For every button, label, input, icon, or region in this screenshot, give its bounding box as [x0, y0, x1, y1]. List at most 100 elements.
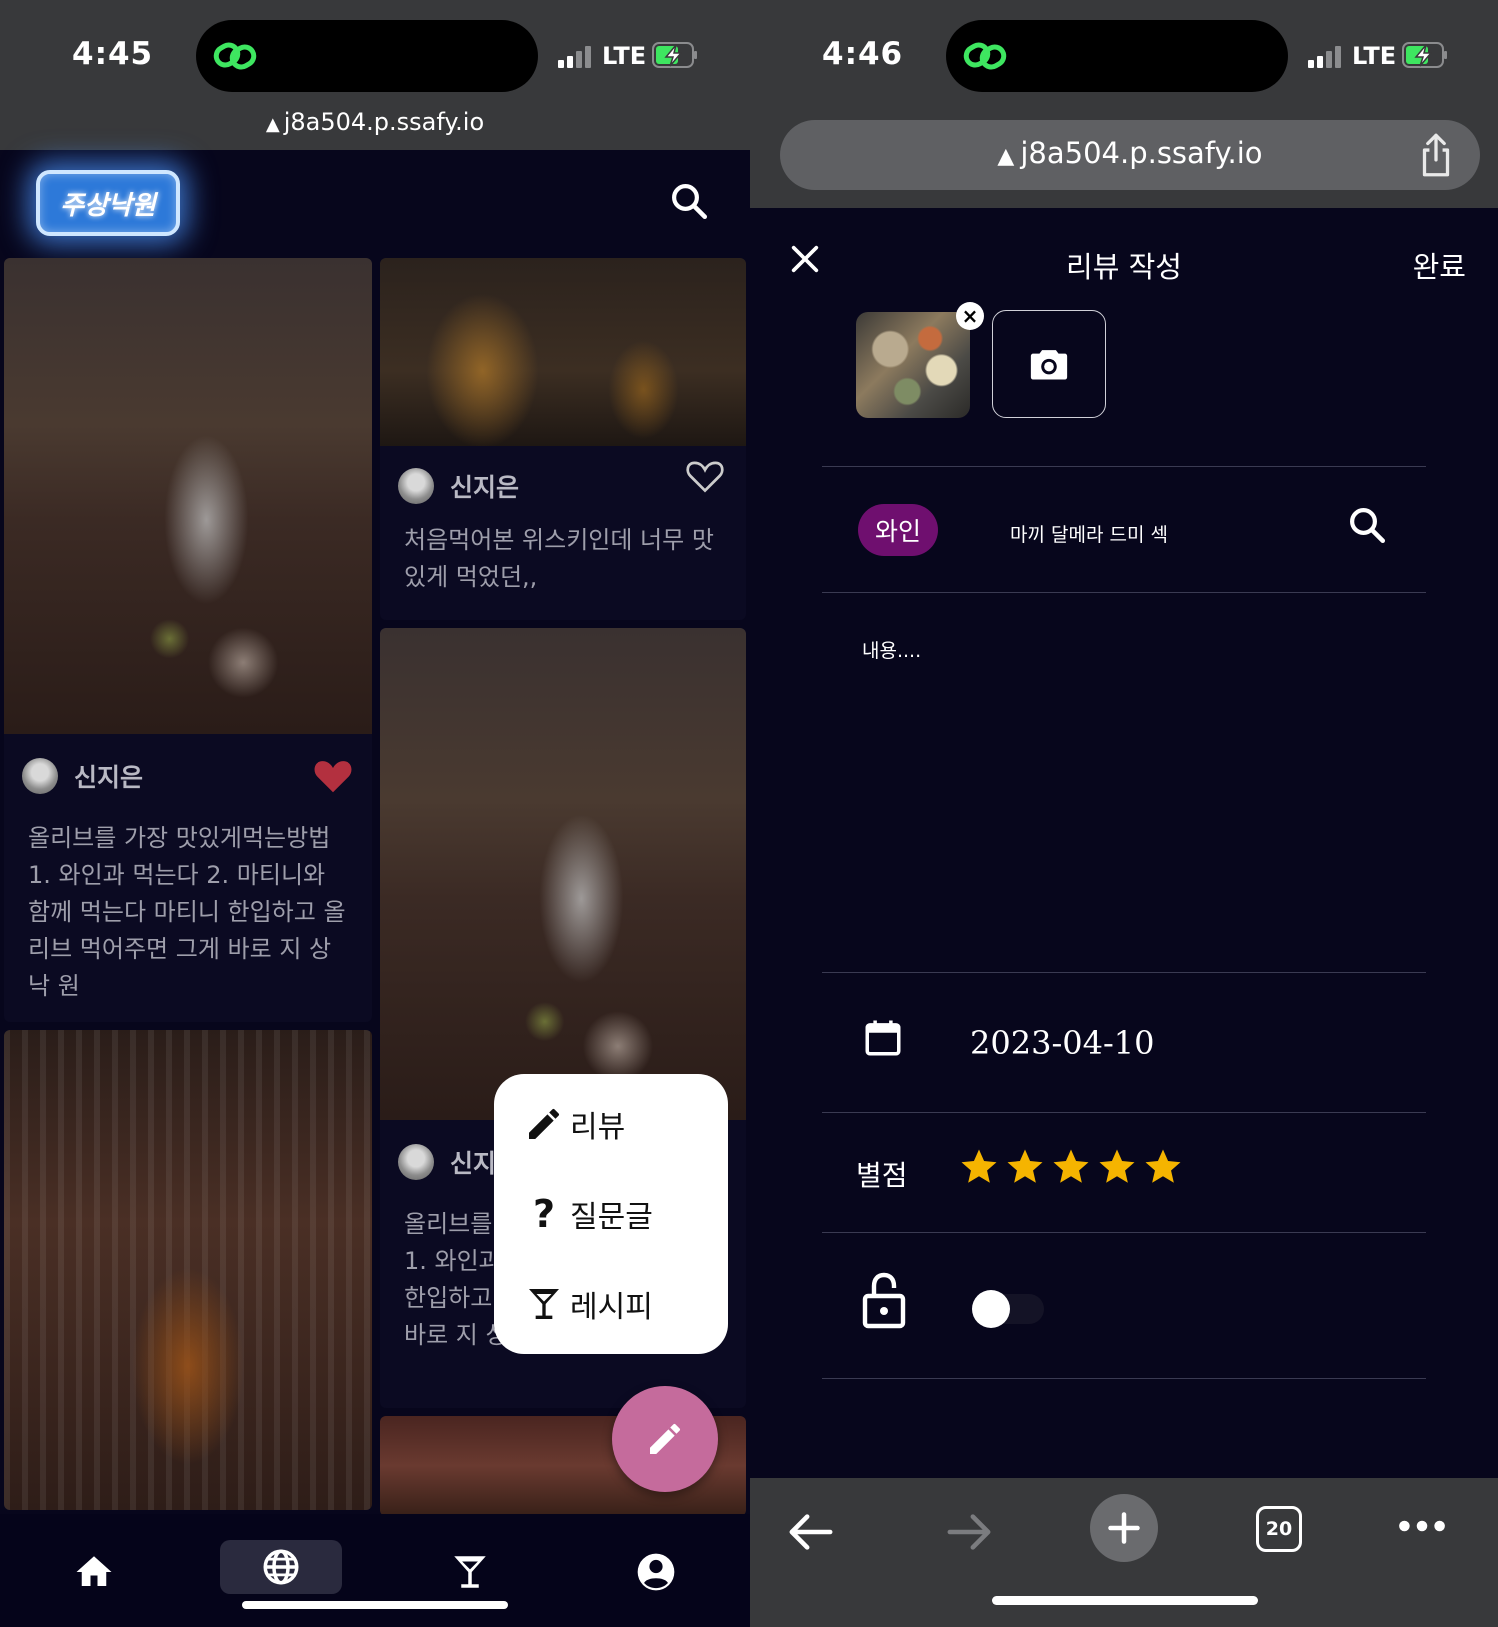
more-icon[interactable] — [1398, 1518, 1446, 1534]
review-photo[interactable] — [380, 628, 746, 1120]
network-type: LTE — [602, 42, 647, 70]
drink-name[interactable]: 마끼 달메라 드미 섹 — [1010, 520, 1168, 547]
review-card[interactable]: 신지은 처음먹어본 위스키인데 너무 맛있게 먹었던,, — [380, 258, 746, 620]
username: 신지 — [450, 1149, 497, 1178]
content-textarea[interactable]: 내용.... — [862, 636, 921, 663]
avatar[interactable] — [398, 1144, 434, 1180]
card-author: 신지은 — [398, 468, 519, 504]
back-arrow-icon[interactable] — [788, 1512, 834, 1552]
star-rating[interactable] — [958, 1146, 1184, 1188]
address-bar[interactable]: ▲ j8a504.p.ssafy.io — [780, 120, 1480, 190]
home-indicator — [242, 1601, 508, 1609]
globe-icon — [263, 1549, 299, 1585]
menu-item-label: 레시피 — [570, 1290, 653, 1325]
write-menu: 리뷰 ? 질문글 레시피 — [494, 1074, 728, 1354]
bottom-nav — [0, 1514, 750, 1627]
done-button[interactable]: 완료 — [1413, 244, 1466, 286]
menu-item-label: 질문글 — [570, 1200, 653, 1235]
menu-item-recipe[interactable]: 레시피 — [524, 1282, 653, 1326]
signal-icon — [558, 46, 591, 68]
url-text: j8a504.p.ssafy.io — [1020, 136, 1263, 170]
search-icon[interactable] — [1346, 504, 1388, 546]
right-phone-screen: 4:46 LTE ▲ j8a504.p.ssafy.io 리뷰 작성 완료 × … — [750, 0, 1498, 1627]
heart-filled-icon[interactable] — [312, 756, 354, 794]
signal-icon — [1308, 46, 1341, 68]
card-author: 신지은 — [22, 758, 143, 794]
username: 신지은 — [74, 763, 144, 792]
left-phone-screen: 4:45 LTE ▲ j8a504.p.ssafy.io 주상낙원 신지은 올리… — [0, 0, 750, 1627]
review-card[interactable] — [4, 1030, 372, 1510]
menu-item-label: 리뷰 — [570, 1110, 626, 1145]
nav-explore[interactable] — [220, 1540, 342, 1594]
add-photo-button[interactable] — [992, 310, 1106, 418]
share-icon[interactable] — [1416, 132, 1456, 178]
nav-recipe[interactable] — [442, 1544, 498, 1600]
card-author: 신지 — [398, 1144, 496, 1180]
battery-charging-icon — [652, 42, 697, 68]
warning-icon: ▲ — [997, 144, 1015, 169]
review-photo[interactable] — [4, 258, 372, 734]
home-icon — [76, 1556, 112, 1586]
nav-profile[interactable] — [628, 1544, 684, 1600]
forward-arrow-icon — [947, 1514, 991, 1550]
unlock-icon — [862, 1272, 906, 1329]
uploaded-photo-thumbnail[interactable] — [856, 312, 970, 418]
date-value[interactable]: 2023-04-10 — [970, 1024, 1155, 1062]
review-text: 처음먹어본 위스키인데 너무 맛있게 먹었던,, — [404, 526, 714, 591]
warning-icon: ▲ — [265, 114, 280, 135]
question-icon: ? — [532, 1192, 556, 1236]
divider — [822, 1112, 1426, 1113]
rating-label: 별점 — [856, 1159, 908, 1192]
menu-item-question[interactable]: ? 질문글 — [524, 1192, 653, 1236]
network-type: LTE — [1352, 42, 1397, 70]
camera-icon — [1030, 350, 1068, 380]
search-icon[interactable] — [668, 180, 710, 222]
link-icon — [213, 42, 257, 70]
calendar-icon[interactable] — [862, 1016, 904, 1060]
app-logo[interactable]: 주상낙원 — [36, 170, 180, 236]
divider — [822, 1232, 1426, 1233]
pencil-icon — [650, 1424, 680, 1454]
star-icon[interactable] — [1096, 1146, 1138, 1188]
star-icon[interactable] — [958, 1146, 1000, 1188]
nav-home[interactable] — [66, 1544, 122, 1600]
status-time: 4:45 — [72, 36, 154, 72]
review-card[interactable]: 신지은 올리브를 가장 맛있게먹는방법 1. 와인과 먹는다 2. 마티니와 함… — [4, 258, 372, 1022]
divider — [822, 466, 1426, 467]
divider — [822, 592, 1426, 593]
divider — [822, 972, 1426, 973]
avatar[interactable] — [398, 468, 434, 504]
plus-icon — [1108, 1512, 1140, 1544]
status-bar: 4:46 LTE — [750, 0, 1498, 112]
browser-toolbar: 20 — [750, 1478, 1498, 1627]
write-fab-button[interactable] — [612, 1386, 718, 1492]
new-tab-button[interactable] — [1090, 1494, 1158, 1562]
user-icon — [637, 1553, 675, 1591]
star-icon[interactable] — [1004, 1146, 1046, 1188]
url-display[interactable]: ▲ j8a504.p.ssafy.io — [0, 108, 750, 136]
remove-photo-icon[interactable]: × — [956, 302, 984, 330]
review-form: 리뷰 작성 완료 × 와인 마끼 달메라 드미 섹 내용.... 2023-04… — [750, 208, 1498, 1478]
review-photo[interactable] — [380, 258, 746, 446]
status-time: 4:46 — [822, 36, 904, 72]
pencil-icon — [529, 1109, 559, 1139]
url-text: j8a504.p.ssafy.io — [283, 108, 485, 136]
menu-item-review[interactable]: 리뷰 — [524, 1102, 625, 1146]
tabs-button[interactable]: 20 — [1256, 1506, 1302, 1552]
star-icon[interactable] — [1142, 1146, 1184, 1188]
public-toggle[interactable] — [972, 1290, 1044, 1328]
cocktail-glass-icon — [454, 1556, 486, 1588]
battery-charging-icon — [1402, 42, 1447, 68]
cocktail-glass-icon — [529, 1289, 559, 1319]
category-chip[interactable]: 와인 — [858, 504, 938, 556]
star-icon[interactable] — [1050, 1146, 1092, 1188]
dynamic-island — [196, 20, 538, 92]
link-icon — [963, 42, 1007, 70]
review-text: 올리브를 가장 맛있게먹는방법 1. 와인과 먹는다 2. 마티니와 함께 먹는… — [28, 824, 346, 1000]
url-display: ▲ j8a504.p.ssafy.io — [780, 136, 1480, 170]
status-bar: 4:45 LTE — [0, 0, 750, 112]
review-photo[interactable] — [4, 1030, 372, 1510]
avatar[interactable] — [22, 758, 58, 794]
dynamic-island — [946, 20, 1288, 92]
heart-outline-icon[interactable] — [684, 456, 726, 494]
